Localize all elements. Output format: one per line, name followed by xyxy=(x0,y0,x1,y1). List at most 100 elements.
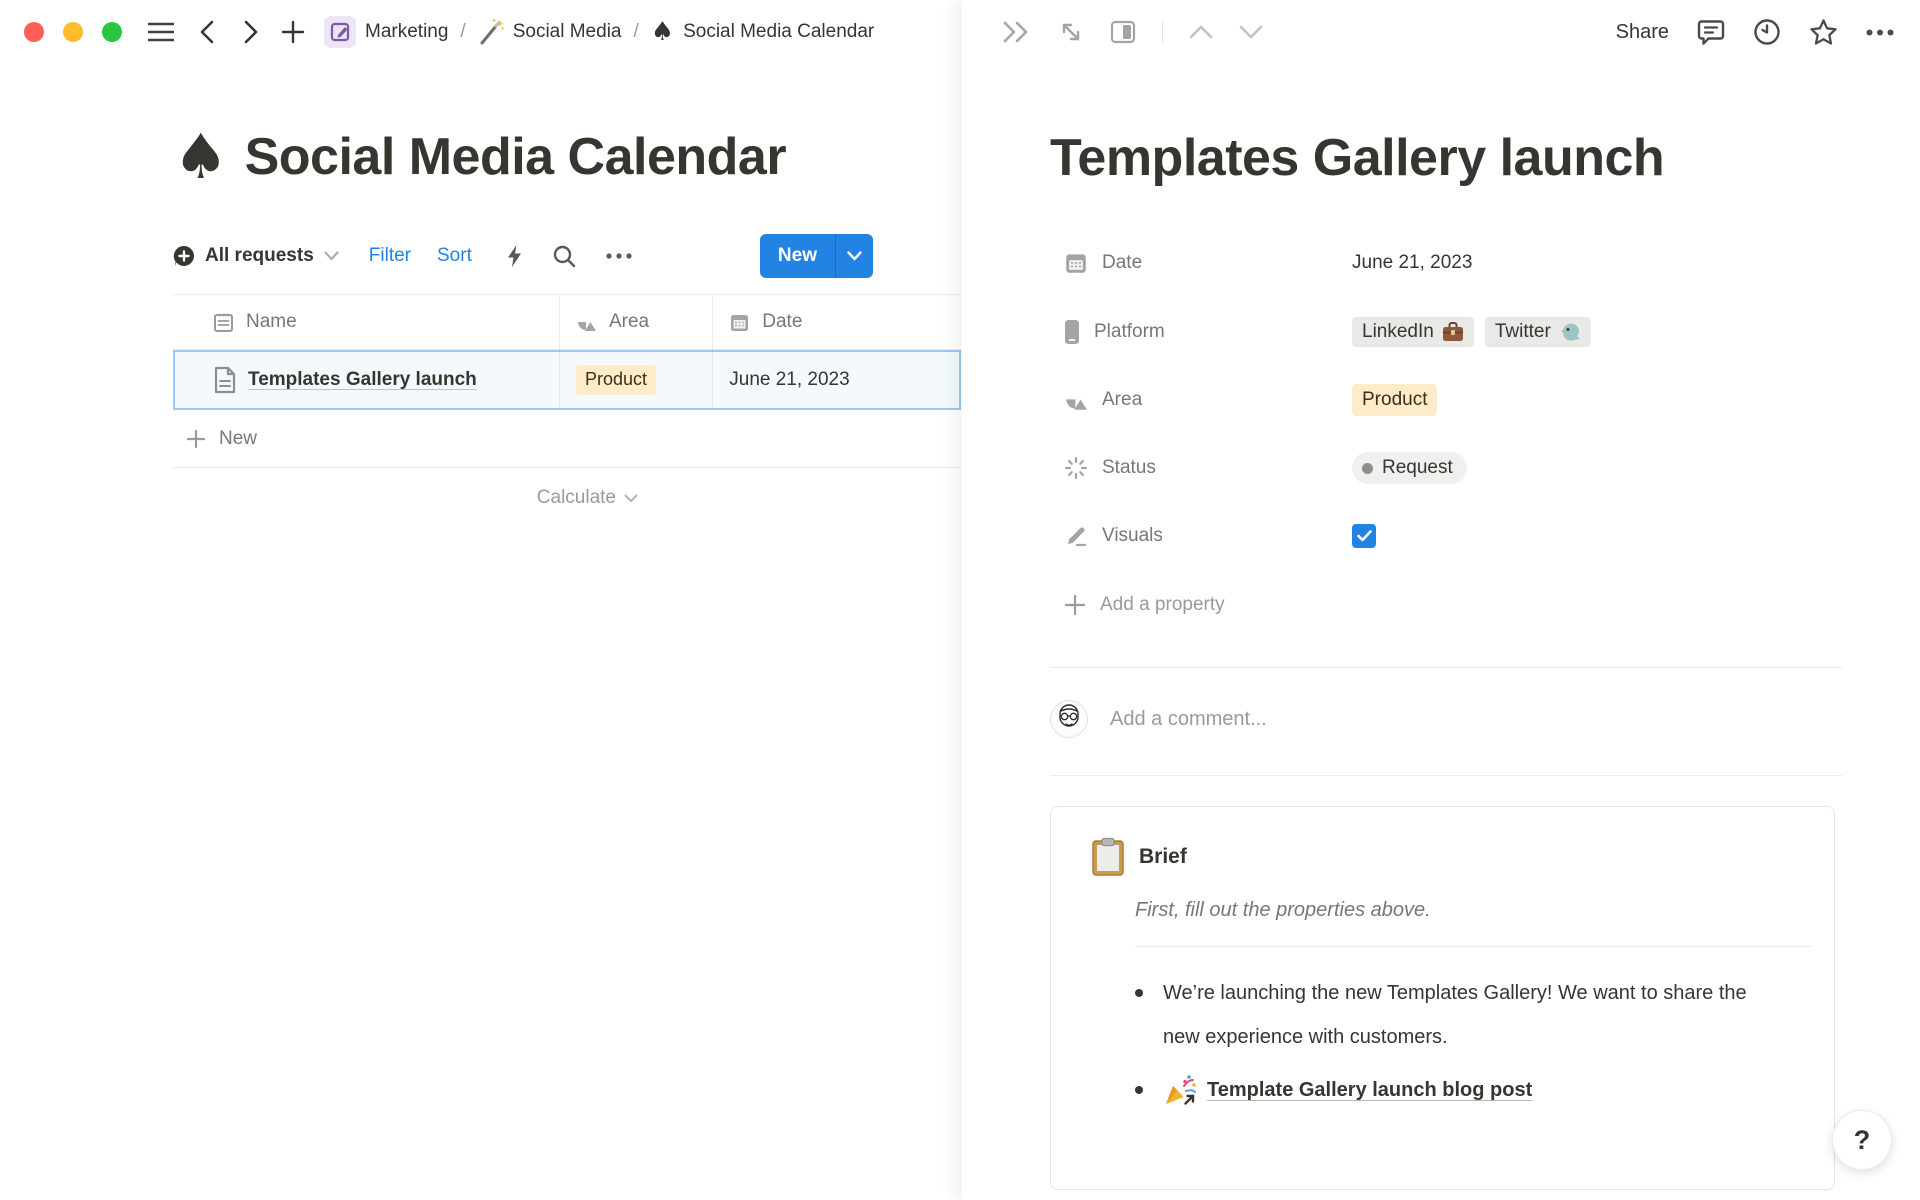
minimize-window-button[interactable] xyxy=(63,22,83,42)
chevron-left-icon xyxy=(200,20,214,44)
property-label-status[interactable]: Status xyxy=(1050,456,1352,480)
view-options-button[interactable] xyxy=(606,253,632,259)
property-row-area: Area Product xyxy=(1050,378,1437,422)
column-header-date[interactable]: Date xyxy=(713,295,961,350)
view-name: All requests xyxy=(205,245,314,267)
favorite-button[interactable] xyxy=(1809,18,1838,46)
next-record-button[interactable] xyxy=(1239,25,1263,39)
share-button[interactable]: Share xyxy=(1616,21,1669,44)
zoom-window-button[interactable] xyxy=(102,22,122,42)
peek-page-title[interactable]: Templates Gallery launch xyxy=(1050,128,1664,188)
list-item[interactable]: We’re launching the new Templates Galler… xyxy=(1135,971,1795,1059)
cell-name[interactable]: Templates Gallery launch xyxy=(173,350,560,410)
breadcrumb-item-marketing[interactable]: Marketing xyxy=(324,16,448,48)
status-spinner-icon xyxy=(1064,456,1088,480)
property-value-status[interactable]: Request xyxy=(1352,452,1467,484)
automations-button[interactable] xyxy=(506,244,523,268)
property-value-platform[interactable]: LinkedIn Twitter xyxy=(1352,317,1591,347)
lightning-icon xyxy=(506,244,523,268)
comments-button[interactable] xyxy=(1697,19,1725,46)
bird-icon xyxy=(1559,322,1581,342)
filter-button[interactable]: Filter xyxy=(369,245,411,267)
view-request-icon xyxy=(173,245,195,267)
property-row-platform: Platform LinkedIn Twitter xyxy=(1050,310,1591,354)
help-button[interactable]: ? xyxy=(1832,1110,1892,1170)
close-peek-button[interactable] xyxy=(1002,21,1032,43)
platform-tag-linkedin[interactable]: LinkedIn xyxy=(1352,317,1474,347)
breadcrumb-label: Marketing xyxy=(365,21,448,43)
more-dots-icon xyxy=(606,253,632,259)
page-options-button[interactable] xyxy=(1866,29,1894,36)
property-name: Date xyxy=(1102,252,1142,274)
column-header-label: Date xyxy=(762,311,802,333)
area-tag: Product xyxy=(1352,384,1437,417)
bullet-dot xyxy=(1135,989,1143,997)
page-emoji-spade-icon[interactable]: ♠ xyxy=(173,126,229,188)
updates-history-button[interactable] xyxy=(1753,18,1781,46)
page-title[interactable]: Social Media Calendar xyxy=(245,127,786,187)
breadcrumb-separator: / xyxy=(460,21,465,43)
close-window-button[interactable] xyxy=(24,22,44,42)
brief-title[interactable]: Brief xyxy=(1139,845,1187,869)
property-value-date[interactable]: June 21, 2023 xyxy=(1352,252,1472,274)
previous-record-button[interactable] xyxy=(1189,25,1213,39)
cell-date[interactable]: June 21, 2023 xyxy=(713,350,961,410)
column-header-label: Area xyxy=(609,311,649,333)
user-avatar xyxy=(1050,700,1088,738)
plus-icon xyxy=(1064,594,1086,616)
list-item[interactable]: Template Gallery launch blog post xyxy=(1135,1068,1795,1112)
add-property-button[interactable]: Add a property xyxy=(1050,583,1352,627)
search-icon xyxy=(553,245,576,268)
column-header-area[interactable]: Area xyxy=(560,295,713,350)
property-label-platform[interactable]: Platform xyxy=(1050,319,1352,345)
brief-subtitle[interactable]: First, fill out the properties above. xyxy=(1135,899,1431,922)
property-row-date: Date June 21, 2023 xyxy=(1050,241,1472,285)
section-divider xyxy=(1050,775,1842,776)
new-tab-button[interactable] xyxy=(276,15,310,49)
property-value-visuals[interactable] xyxy=(1352,524,1376,548)
expand-page-button[interactable] xyxy=(1058,19,1084,45)
property-value-area[interactable]: Product xyxy=(1352,384,1437,417)
side-peek-mode-button[interactable] xyxy=(1110,20,1136,44)
search-button[interactable] xyxy=(553,245,576,268)
new-record-dropdown-button[interactable] xyxy=(836,234,873,278)
property-label-date[interactable]: Date xyxy=(1050,251,1352,275)
calculate-button[interactable]: Calculate xyxy=(173,478,638,518)
clipboard-icon xyxy=(1091,837,1125,877)
blog-post-page-link[interactable]: Template Gallery launch blog post xyxy=(1207,1068,1532,1112)
chevron-down-icon xyxy=(847,251,862,261)
page-icon xyxy=(213,366,237,394)
table-row-templates-gallery-launch[interactable]: Templates Gallery launch Product June 21… xyxy=(173,350,961,410)
platform-tag-twitter[interactable]: Twitter xyxy=(1485,317,1591,347)
select-property-icon xyxy=(576,312,597,333)
comment-bubble-icon xyxy=(1697,19,1725,46)
sort-button[interactable]: Sort xyxy=(437,245,472,267)
property-name: Visuals xyxy=(1102,525,1163,547)
title-property-icon xyxy=(213,312,234,333)
calendar-icon xyxy=(729,312,750,333)
chevron-right-icon xyxy=(244,20,258,44)
property-row-status: Status Request xyxy=(1050,446,1467,490)
table-new-row-button[interactable]: New xyxy=(173,410,961,468)
nav-back-button[interactable] xyxy=(190,15,224,49)
row-page-title[interactable]: Templates Gallery launch xyxy=(248,369,477,391)
pencil-icon xyxy=(1064,524,1088,548)
add-comment-row[interactable]: Add a comment... xyxy=(1050,700,1267,738)
cell-area[interactable]: Product xyxy=(560,350,713,410)
table-header-row: Name Area Date xyxy=(173,295,961,350)
breadcrumb-item-social-media[interactable]: Social Media xyxy=(478,18,622,46)
column-header-name[interactable]: Name xyxy=(173,295,560,350)
hamburger-icon xyxy=(148,22,174,42)
tag-label: LinkedIn xyxy=(1362,321,1434,343)
new-record-button[interactable]: New xyxy=(760,234,835,278)
notion-app-window: Marketing / Social Media / ♠ Social Medi… xyxy=(0,0,1920,1200)
view-selector[interactable]: All requests xyxy=(173,245,339,267)
more-dots-icon xyxy=(1866,29,1894,36)
visuals-checkbox-checked[interactable] xyxy=(1352,524,1376,548)
property-label-area[interactable]: Area xyxy=(1050,388,1352,412)
new-record-split-button: New xyxy=(760,234,873,278)
property-label-visuals[interactable]: Visuals xyxy=(1050,524,1352,548)
sidebar-menu-button[interactable] xyxy=(144,15,178,49)
breadcrumb-item-social-media-calendar[interactable]: ♠ Social Media Calendar xyxy=(651,19,874,45)
nav-forward-button[interactable] xyxy=(234,15,268,49)
